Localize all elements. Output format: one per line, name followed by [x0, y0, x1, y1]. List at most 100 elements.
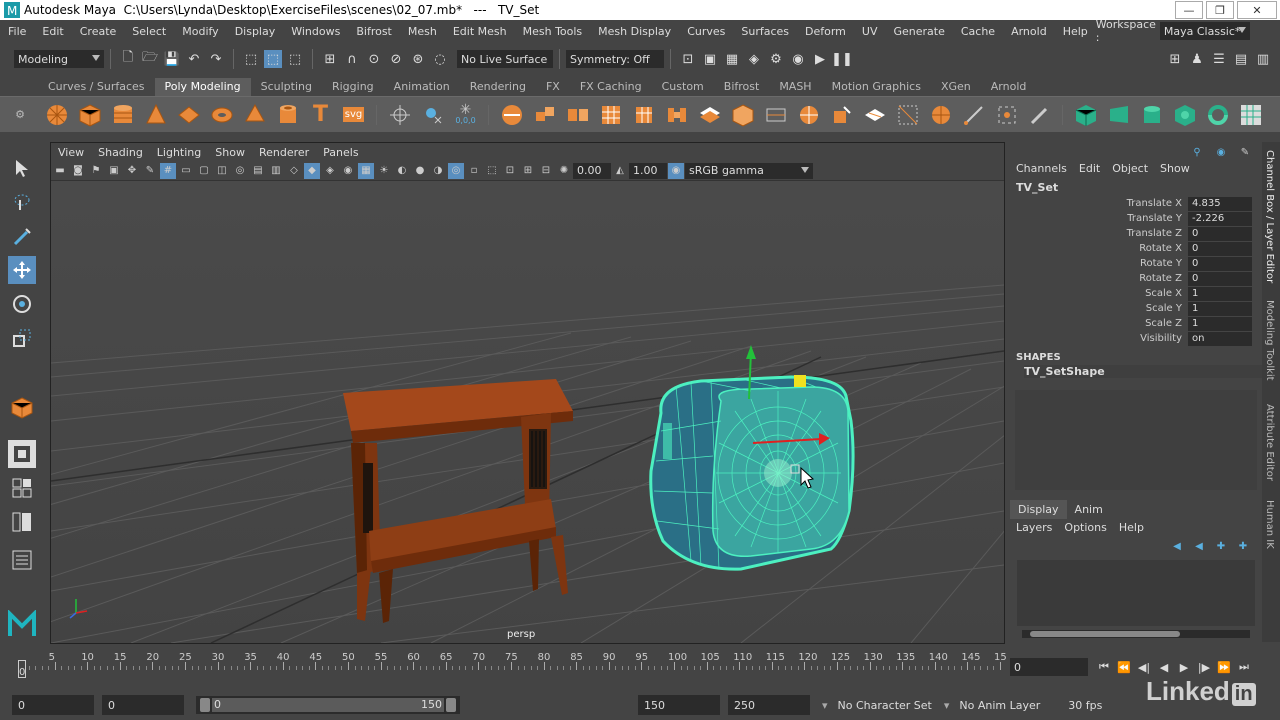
combine-icon[interactable]: [387, 102, 413, 128]
exposure-icon[interactable]: ✺: [556, 163, 572, 179]
range-slider[interactable]: 0 150: [196, 696, 460, 714]
screen-space-ao-icon[interactable]: ●: [412, 163, 428, 179]
new-empty-layer-icon[interactable]: ✚: [1213, 538, 1229, 554]
panel-menu-lighting[interactable]: Lighting: [150, 146, 208, 159]
menu-generate[interactable]: Generate: [885, 25, 952, 38]
wireframe-icon[interactable]: ◇: [286, 163, 302, 179]
layer-menu-layers[interactable]: Layers: [1016, 521, 1052, 534]
move-layer-down-icon[interactable]: ◀: [1191, 538, 1207, 554]
menu-mesh[interactable]: Mesh: [400, 25, 445, 38]
tab-custom[interactable]: Custom: [652, 78, 714, 96]
attr-value[interactable]: on: [1188, 331, 1252, 346]
attr-name[interactable]: Scale Z: [1010, 318, 1188, 329]
ipr-render-icon[interactable]: ◈: [745, 50, 763, 68]
poly-text-icon[interactable]: T: [308, 102, 334, 128]
uv-planar-icon[interactable]: [1106, 102, 1132, 128]
poly-torus-icon[interactable]: [209, 102, 235, 128]
render-view-icon[interactable]: ▣: [701, 50, 719, 68]
smooth-icon[interactable]: [499, 102, 525, 128]
human-ik-icon[interactable]: ♟: [1188, 50, 1206, 68]
fps-select[interactable]: 30 fps: [1068, 699, 1102, 712]
gate-mask-icon[interactable]: ◫: [214, 163, 230, 179]
range-handle-right[interactable]: [446, 698, 456, 712]
grid-icon[interactable]: #: [160, 162, 176, 179]
safe-action-icon[interactable]: ▤: [250, 163, 266, 179]
step-forward-key-icon[interactable]: |▶: [1194, 658, 1214, 676]
step-forward-icon[interactable]: ⏩: [1214, 658, 1234, 676]
extrude-icon[interactable]: [631, 102, 657, 128]
minimize-button[interactable]: —: [1175, 1, 1203, 19]
channel-box-menu-object[interactable]: Object: [1106, 162, 1154, 175]
multisample-aa-icon[interactable]: ◎: [448, 162, 464, 179]
gamma-field[interactable]: 1.00: [629, 162, 667, 179]
modeling-toolkit-icon[interactable]: ⊞: [1166, 50, 1184, 68]
poly-cube-icon[interactable]: [77, 102, 103, 128]
attr-name[interactable]: Rotate Y: [1010, 258, 1188, 269]
workspace-select[interactable]: Maya Classic*: [1159, 22, 1250, 40]
multi-cut-icon[interactable]: [763, 102, 789, 128]
animation-end-field[interactable]: 250: [728, 695, 810, 715]
tab-rigging[interactable]: Rigging: [322, 78, 384, 96]
gamma-icon[interactable]: ◭: [612, 163, 628, 179]
menu-mesh-tools[interactable]: Mesh Tools: [515, 25, 591, 38]
menu-uv[interactable]: UV: [854, 25, 886, 38]
single-pane-layout-icon[interactable]: [8, 440, 36, 468]
default-material-icon[interactable]: ◈: [322, 163, 338, 179]
camera-select-icon[interactable]: ▬: [52, 163, 68, 179]
side-tab-attribute-editor[interactable]: Attribute Editor: [1264, 404, 1275, 481]
attr-value[interactable]: 0: [1188, 241, 1252, 256]
channel-box-menu-channels[interactable]: Channels: [1010, 162, 1073, 175]
freeze-transform-icon[interactable]: ✳ 0,0,0: [453, 102, 479, 128]
separate-icon[interactable]: [532, 102, 558, 128]
tab-motion-graphics[interactable]: Motion Graphics: [822, 78, 931, 96]
attr-name[interactable]: Translate Y: [1010, 213, 1188, 224]
tab-bifrost[interactable]: Bifrost: [714, 78, 770, 96]
menu-edit-mesh[interactable]: Edit Mesh: [445, 25, 515, 38]
tab-xgen[interactable]: XGen: [931, 78, 981, 96]
image-plane-icon[interactable]: ▣: [106, 163, 122, 179]
panel-menu-shading[interactable]: Shading: [91, 146, 150, 159]
select-component-icon[interactable]: ⬚: [286, 50, 304, 68]
booleans-icon[interactable]: [598, 102, 624, 128]
channel-box-icon-c[interactable]: ✎: [1237, 144, 1253, 160]
quad-draw-icon[interactable]: [829, 102, 855, 128]
attr-name[interactable]: Rotate X: [1010, 243, 1188, 254]
character-set-select[interactable]: No Character Set: [838, 699, 932, 712]
attr-name[interactable]: Visibility: [1010, 333, 1188, 344]
redo-icon[interactable]: ↷: [207, 50, 225, 68]
shadows-icon[interactable]: ◐: [394, 163, 410, 179]
xray-joints-icon[interactable]: ⊞: [520, 163, 536, 179]
append-icon[interactable]: [730, 102, 756, 128]
lasso-tool-icon[interactable]: [8, 188, 36, 216]
rotate-tool-icon[interactable]: [8, 290, 36, 318]
channel-box-menu-show[interactable]: Show: [1154, 162, 1196, 175]
menu-curves[interactable]: Curves: [679, 25, 733, 38]
tab-arnold[interactable]: Arnold: [981, 78, 1037, 96]
safe-title-icon[interactable]: ▥: [268, 163, 284, 179]
tab-anim[interactable]: Anim: [1067, 500, 1111, 519]
uv-sphere-icon[interactable]: [1172, 102, 1198, 128]
select-edge-loop-icon[interactable]: [994, 102, 1020, 128]
tab-display[interactable]: Display: [1010, 500, 1067, 519]
tab-fx[interactable]: FX: [536, 78, 570, 96]
side-tab-modeling-toolkit[interactable]: Modeling Toolkit: [1264, 300, 1275, 381]
select-hierarchy-icon[interactable]: ⬚: [242, 50, 260, 68]
anim-layer-select[interactable]: No Anim Layer: [959, 699, 1040, 712]
layer-menu-help[interactable]: Help: [1119, 521, 1144, 534]
crease-icon[interactable]: [895, 102, 921, 128]
menu-cache[interactable]: Cache: [953, 25, 1003, 38]
two-d-pan-icon[interactable]: ✥: [124, 163, 140, 179]
go-to-start-icon[interactable]: ⏮: [1094, 658, 1114, 676]
target-weld-icon[interactable]: [796, 102, 822, 128]
snap-curve-icon[interactable]: ∩: [343, 50, 361, 68]
paint-select-icon[interactable]: [1027, 102, 1053, 128]
mirror-icon[interactable]: [565, 102, 591, 128]
outliner-icon[interactable]: [8, 546, 36, 574]
menu-select[interactable]: Select: [124, 25, 174, 38]
tab-mash[interactable]: MASH: [769, 78, 821, 96]
range-handle-left[interactable]: [200, 698, 210, 712]
panel-menu-panels[interactable]: Panels: [316, 146, 365, 159]
playback-start-field[interactable]: 0: [102, 695, 184, 715]
poly-cone-icon[interactable]: [143, 102, 169, 128]
attr-name[interactable]: Rotate Z: [1010, 273, 1188, 284]
